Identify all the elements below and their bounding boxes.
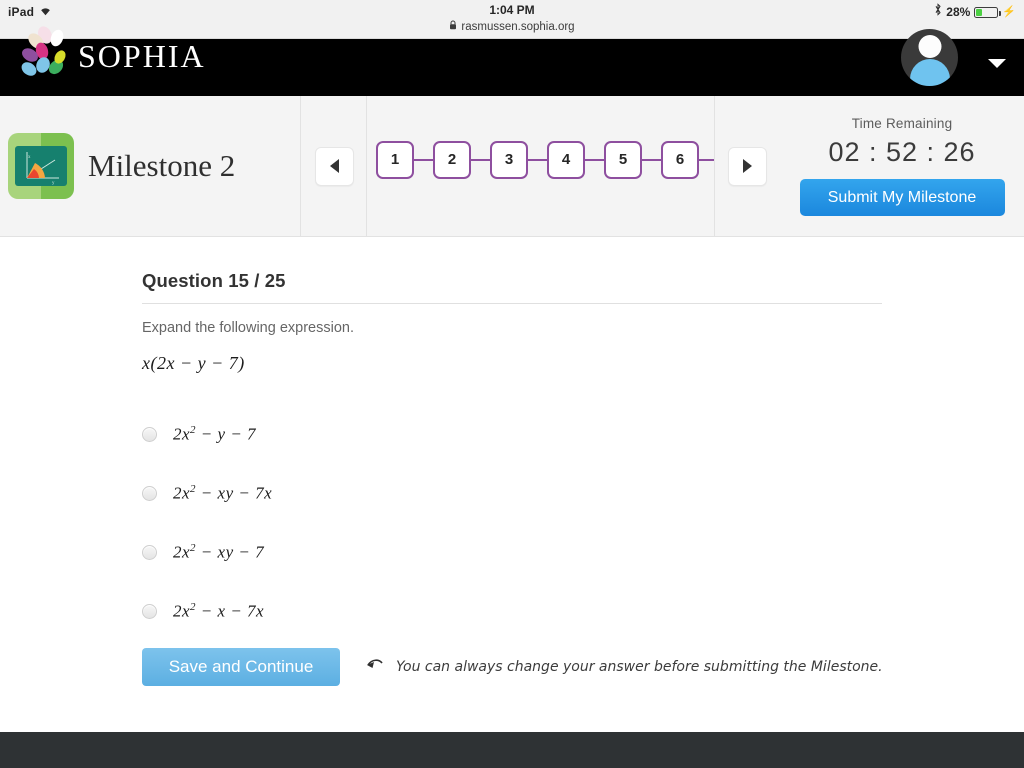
question-box-2[interactable]: 2 [433, 140, 471, 179]
pagination-connector [528, 158, 547, 161]
next-question-container [714, 96, 779, 236]
submit-milestone-button[interactable]: Submit My Milestone [799, 179, 1005, 216]
battery-percent: 28% [946, 5, 971, 19]
answer-choice-label-2: 2x2 − xy − 7x [173, 483, 273, 503]
triangle-left-icon [329, 159, 339, 173]
hint-text: You can always change your answer before… [396, 659, 883, 675]
answer-choices: 2x2 − y − 7 2x2 − xy − 7x 2x2 − xy − 7 2x2 … [142, 405, 842, 641]
answer-choice-label-3: 2x2 − xy − 7 [173, 542, 265, 562]
curved-back-arrow-icon [366, 658, 384, 677]
hint-row: You can always change your answer before… [366, 658, 883, 677]
avatar-body [909, 59, 950, 86]
pagination-connector [585, 158, 604, 161]
save-and-continue-button[interactable]: Save and Continue [142, 648, 340, 686]
battery-icon [974, 6, 1001, 18]
clock: 1:04 PM [489, 3, 535, 17]
question-box-3[interactable]: 3 [490, 140, 528, 179]
milestone-header: x y Milestone 2 123456 Time Remaining 02… [0, 96, 1024, 327]
prev-question-container [302, 96, 367, 236]
radio-button-3[interactable] [142, 545, 157, 560]
question-pagination[interactable]: 123456 [368, 96, 714, 223]
chevron-down-icon[interactable] [988, 59, 1006, 68]
prev-question-button[interactable] [314, 146, 354, 186]
site-navbar: SOPHIA [0, 26, 1024, 96]
svg-text:y: y [52, 181, 55, 186]
avatar[interactable] [901, 29, 958, 86]
avatar-head [918, 35, 941, 58]
status-bar-right: 28% ⚡ [934, 3, 1016, 21]
question-heading: Question 15 / 25 [142, 270, 882, 304]
pagination-connector [699, 158, 714, 161]
answer-choice-2[interactable]: 2x2 − xy − 7x [142, 464, 842, 523]
brand-name: SOPHIA [78, 38, 206, 74]
answer-choice-4[interactable]: 2x2 − x − 7x [142, 582, 842, 641]
action-row: Save and Continue You can always change … [142, 648, 883, 686]
radio-button-1[interactable] [142, 427, 157, 442]
question-box-1[interactable]: 1 [376, 140, 414, 179]
sophia-petals-logo-icon [14, 25, 76, 88]
bluetooth-icon [934, 3, 942, 21]
url-text: rasmussen.sophia.org [461, 20, 575, 33]
pagination-connector [642, 158, 661, 161]
lightning-bolt-icon: ⚡ [1002, 5, 1016, 18]
question-box-5[interactable]: 5 [604, 140, 642, 179]
lock-icon [449, 20, 457, 33]
battery-fill [976, 8, 982, 16]
graph-chalkboard-icon: x y [8, 133, 74, 199]
svg-text:x: x [28, 155, 31, 160]
question-box-6[interactable]: 6 [661, 140, 699, 179]
timer-value: 02 : 52 : 26 [828, 137, 976, 167]
question-prompt: Expand the following expression. [142, 320, 354, 336]
answer-choice-label-1: 2x2 − y − 7 [173, 424, 257, 444]
page-footer [0, 732, 1024, 768]
next-question-button[interactable] [727, 146, 767, 186]
chalkboard-inner: x y [15, 146, 67, 186]
timer-panel: Time Remaining 02 : 52 : 26 Submit My Mi… [780, 96, 1024, 236]
sophia-logo[interactable]: SOPHIA [14, 25, 206, 88]
course-identity: x y Milestone 2 [0, 96, 301, 236]
pagination-connector [471, 158, 490, 161]
pagination-connector [414, 158, 433, 161]
answer-choice-1[interactable]: 2x2 − y − 7 [142, 405, 842, 464]
triangle-right-icon [742, 159, 752, 173]
answer-choice-3[interactable]: 2x2 − xy − 7 [142, 523, 842, 582]
radio-button-2[interactable] [142, 486, 157, 501]
question-expression: x(2x − y − 7) [142, 353, 245, 373]
radio-button-4[interactable] [142, 604, 157, 619]
page-title: Milestone 2 [88, 148, 236, 183]
answer-choice-label-4: 2x2 − x − 7x [173, 601, 265, 621]
question-box-4[interactable]: 4 [547, 140, 585, 179]
timer-label: Time Remaining [851, 116, 953, 131]
question-content: Question 15 / 25 Expand the following ex… [0, 237, 1024, 732]
